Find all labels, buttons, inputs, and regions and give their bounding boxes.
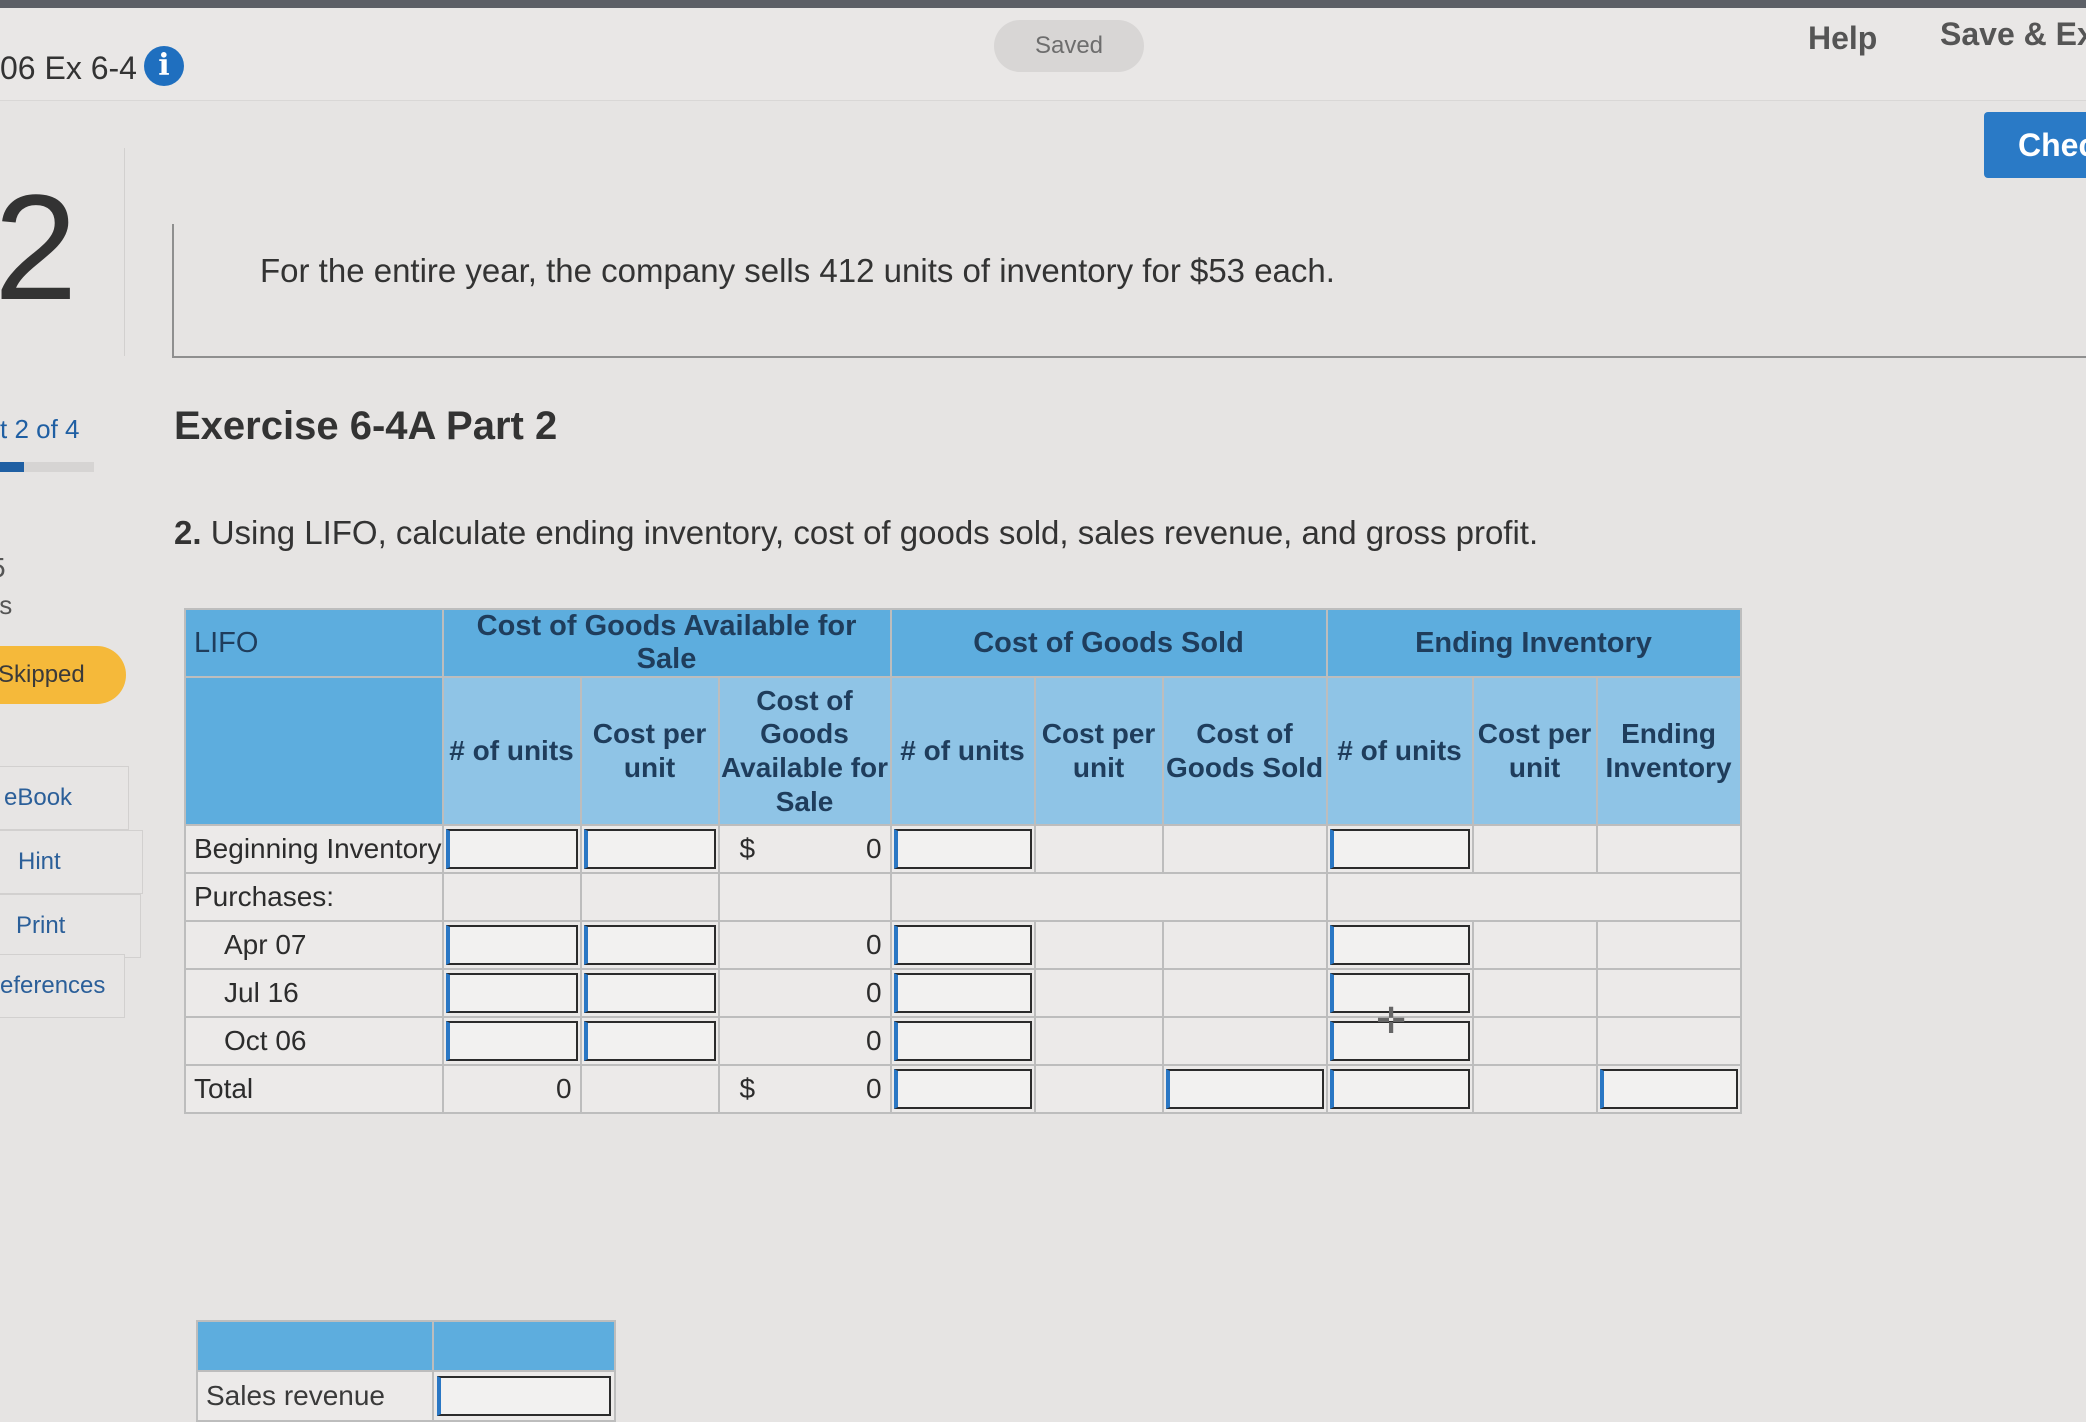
- total-cogs-units-input[interactable]: [893, 1069, 1032, 1109]
- oct-cogs-units-input[interactable]: [893, 1021, 1032, 1061]
- table-row: Total 0 $0: [184, 1064, 1742, 1114]
- question-prompt: 2. Using LIFO, calculate ending inventor…: [174, 514, 1538, 552]
- jul-cost-input[interactable]: [583, 973, 716, 1013]
- table-row: Jul 16 0: [184, 968, 1742, 1018]
- total-cogs-input[interactable]: [1165, 1069, 1324, 1109]
- top-band: [0, 0, 2086, 8]
- table-row: Apr 07 0: [184, 920, 1742, 970]
- question-number: 2: [0, 163, 78, 331]
- crosshair-cursor-icon: ✛: [1376, 1000, 1407, 1041]
- col-header-ending-units: # of units: [1325, 676, 1474, 826]
- row-label: Total: [184, 1064, 444, 1114]
- beginning-available-value: 0: [865, 833, 882, 864]
- total-ending-units-input[interactable]: [1329, 1069, 1470, 1109]
- assignment-title: 06 Ex 6-4: [0, 50, 137, 86]
- beginning-cogs-units-input[interactable]: [893, 829, 1032, 869]
- beginning-ending-units-input[interactable]: [1329, 829, 1470, 869]
- points-value: 5: [0, 552, 6, 584]
- col-header-avail-cost: Cost per unit: [579, 676, 720, 826]
- currency-symbol: $: [739, 833, 756, 864]
- help-link[interactable]: Help: [1808, 20, 1877, 57]
- col-header-cogs-total: Cost of Goods Sold: [1161, 676, 1328, 826]
- total-units-value: 0: [441, 1064, 582, 1114]
- currency-symbol: $: [739, 1073, 756, 1104]
- apr-available-value: 0: [717, 920, 892, 970]
- question-prompt-number: 2.: [174, 514, 202, 551]
- apr-ending-units-input[interactable]: [1329, 925, 1470, 965]
- apr-units-input[interactable]: [445, 925, 578, 965]
- col-header-avail-total: Cost of Goods Available for Sale: [717, 676, 892, 826]
- saved-status-badge: Saved: [994, 20, 1144, 72]
- row-label: Oct 06: [184, 1016, 444, 1066]
- sales-revenue-label: Sales revenue: [196, 1370, 434, 1422]
- col-header-avail-units: # of units: [441, 676, 582, 826]
- ebook-button[interactable]: eBook: [0, 766, 129, 830]
- row-label: Apr 07: [184, 920, 444, 970]
- beginning-units-input[interactable]: [445, 829, 578, 869]
- question-prompt-text: Using LIFO, calculate ending inventory, …: [210, 514, 1539, 551]
- apr-cogs-units-input[interactable]: [893, 925, 1032, 965]
- blank-header: [184, 676, 444, 826]
- group-header-available: Cost of Goods Available for Sale: [441, 608, 892, 678]
- sales-table: Sales revenue: [196, 1320, 616, 1422]
- oct-units-input[interactable]: [445, 1021, 578, 1061]
- check-button[interactable]: Chec: [1984, 112, 2086, 178]
- print-button[interactable]: Print: [0, 894, 141, 958]
- row-label: Jul 16: [184, 968, 444, 1018]
- total-available-value: 0: [865, 1073, 882, 1104]
- part-indicator: t 2 of 4: [0, 414, 80, 444]
- intro-box: [172, 224, 2086, 358]
- jul-cogs-units-input[interactable]: [893, 973, 1032, 1013]
- col-header-cogs-cost: Cost per unit: [1033, 676, 1164, 826]
- info-icon[interactable]: i: [144, 46, 184, 86]
- part-progress-fill: [0, 462, 24, 472]
- apr-cost-input[interactable]: [583, 925, 716, 965]
- sales-header-cell: [196, 1320, 434, 1372]
- lifo-table: LIFO Cost of Goods Available for Sale Co…: [184, 608, 1742, 1114]
- lifo-corner-label: LIFO: [184, 608, 444, 678]
- part-title: Exercise 6-4A Part 2: [174, 404, 558, 448]
- intro-text: For the entire year, the company sells 4…: [260, 252, 1335, 289]
- row-label: Beginning Inventory: [184, 824, 444, 874]
- table-row: Oct 06 0: [184, 1016, 1742, 1066]
- jul-available-value: 0: [717, 968, 892, 1018]
- row-label: Purchases:: [184, 872, 444, 922]
- table-row: Beginning Inventory $0: [184, 824, 1742, 874]
- points-label: ts: [0, 590, 13, 620]
- oct-cost-input[interactable]: [583, 1021, 716, 1061]
- skipped-badge: Skipped: [0, 646, 126, 704]
- references-button[interactable]: eferences: [0, 954, 125, 1018]
- table-row: Purchases:: [184, 872, 1742, 922]
- sales-revenue-input[interactable]: [437, 1376, 611, 1416]
- col-header-cogs-units: # of units: [889, 676, 1036, 826]
- group-header-ending: Ending Inventory: [1325, 608, 1742, 678]
- save-exit-link[interactable]: Save & Ex: [1940, 16, 2086, 53]
- oct-available-value: 0: [717, 1016, 892, 1066]
- group-header-cogs: Cost of Goods Sold: [889, 608, 1328, 678]
- hint-button[interactable]: Hint: [0, 830, 143, 894]
- sales-header-cell: [432, 1320, 616, 1372]
- beginning-cost-input[interactable]: [583, 829, 716, 869]
- col-header-ending-cost: Cost per unit: [1471, 676, 1598, 826]
- col-header-ending-total: Ending Inventory: [1595, 676, 1742, 826]
- total-ending-inventory-input[interactable]: [1599, 1069, 1738, 1109]
- jul-units-input[interactable]: [445, 973, 578, 1013]
